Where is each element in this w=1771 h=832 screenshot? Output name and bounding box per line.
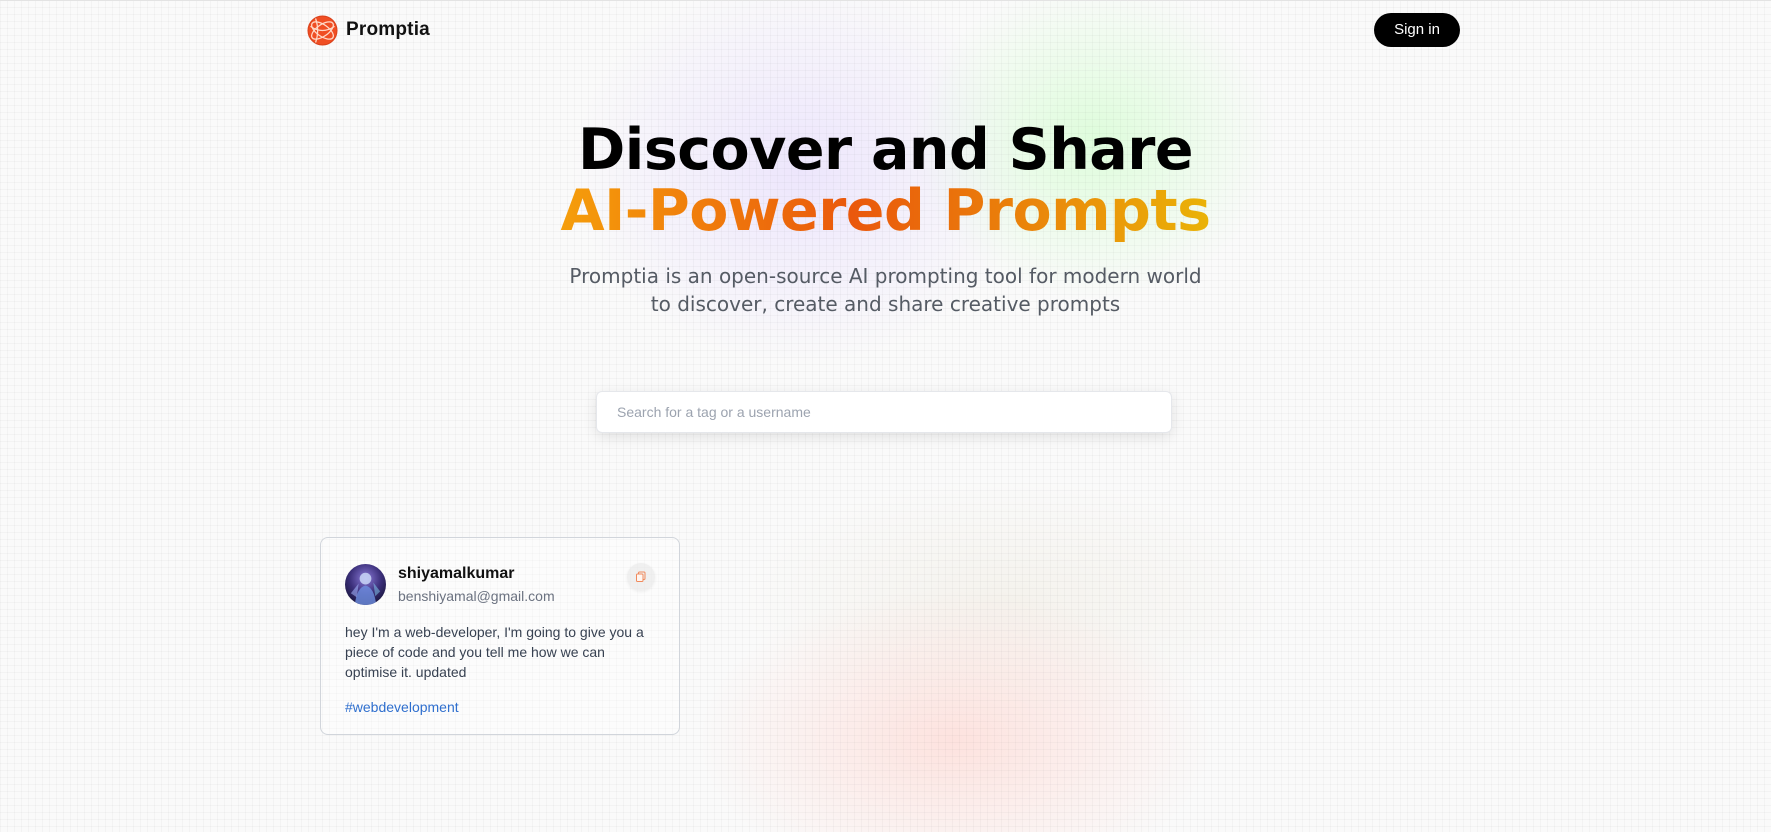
promptia-logo-icon <box>307 14 338 46</box>
brand-link[interactable]: Promptia <box>307 14 430 46</box>
search-input[interactable] <box>596 391 1172 433</box>
hero-description: Promptia is an open-source AI prompting … <box>569 264 1202 316</box>
hero-title-line2: AI-Powered Prompts <box>560 178 1211 244</box>
sign-in-button[interactable]: Sign in <box>1374 13 1460 47</box>
card-prompt-text: hey I'm a web-developer, I'm going to gi… <box>345 624 644 680</box>
card-username[interactable]: shiyamalkumar <box>398 565 515 583</box>
prompt-card: shiyamalkumar benshiyamal@gmail.com hey … <box>320 537 680 735</box>
hero-section: Discover and Share AI-Powered Prompts Pr… <box>0 120 1771 318</box>
avatar[interactable] <box>345 564 386 605</box>
brand-name: Promptia <box>346 19 430 40</box>
search-form <box>596 391 1172 433</box>
hero-title: Discover and Share AI-Powered Prompts <box>0 120 1771 246</box>
top-border <box>0 0 1771 1</box>
card-tag[interactable]: #webdevelopment <box>345 699 459 715</box>
copy-button[interactable] <box>627 563 655 591</box>
copy-icon <box>636 571 646 582</box>
hero-title-line1: Discover and Share <box>577 117 1194 183</box>
navbar: Promptia Sign in <box>307 13 1460 47</box>
card-email: benshiyamal@gmail.com <box>398 588 555 604</box>
